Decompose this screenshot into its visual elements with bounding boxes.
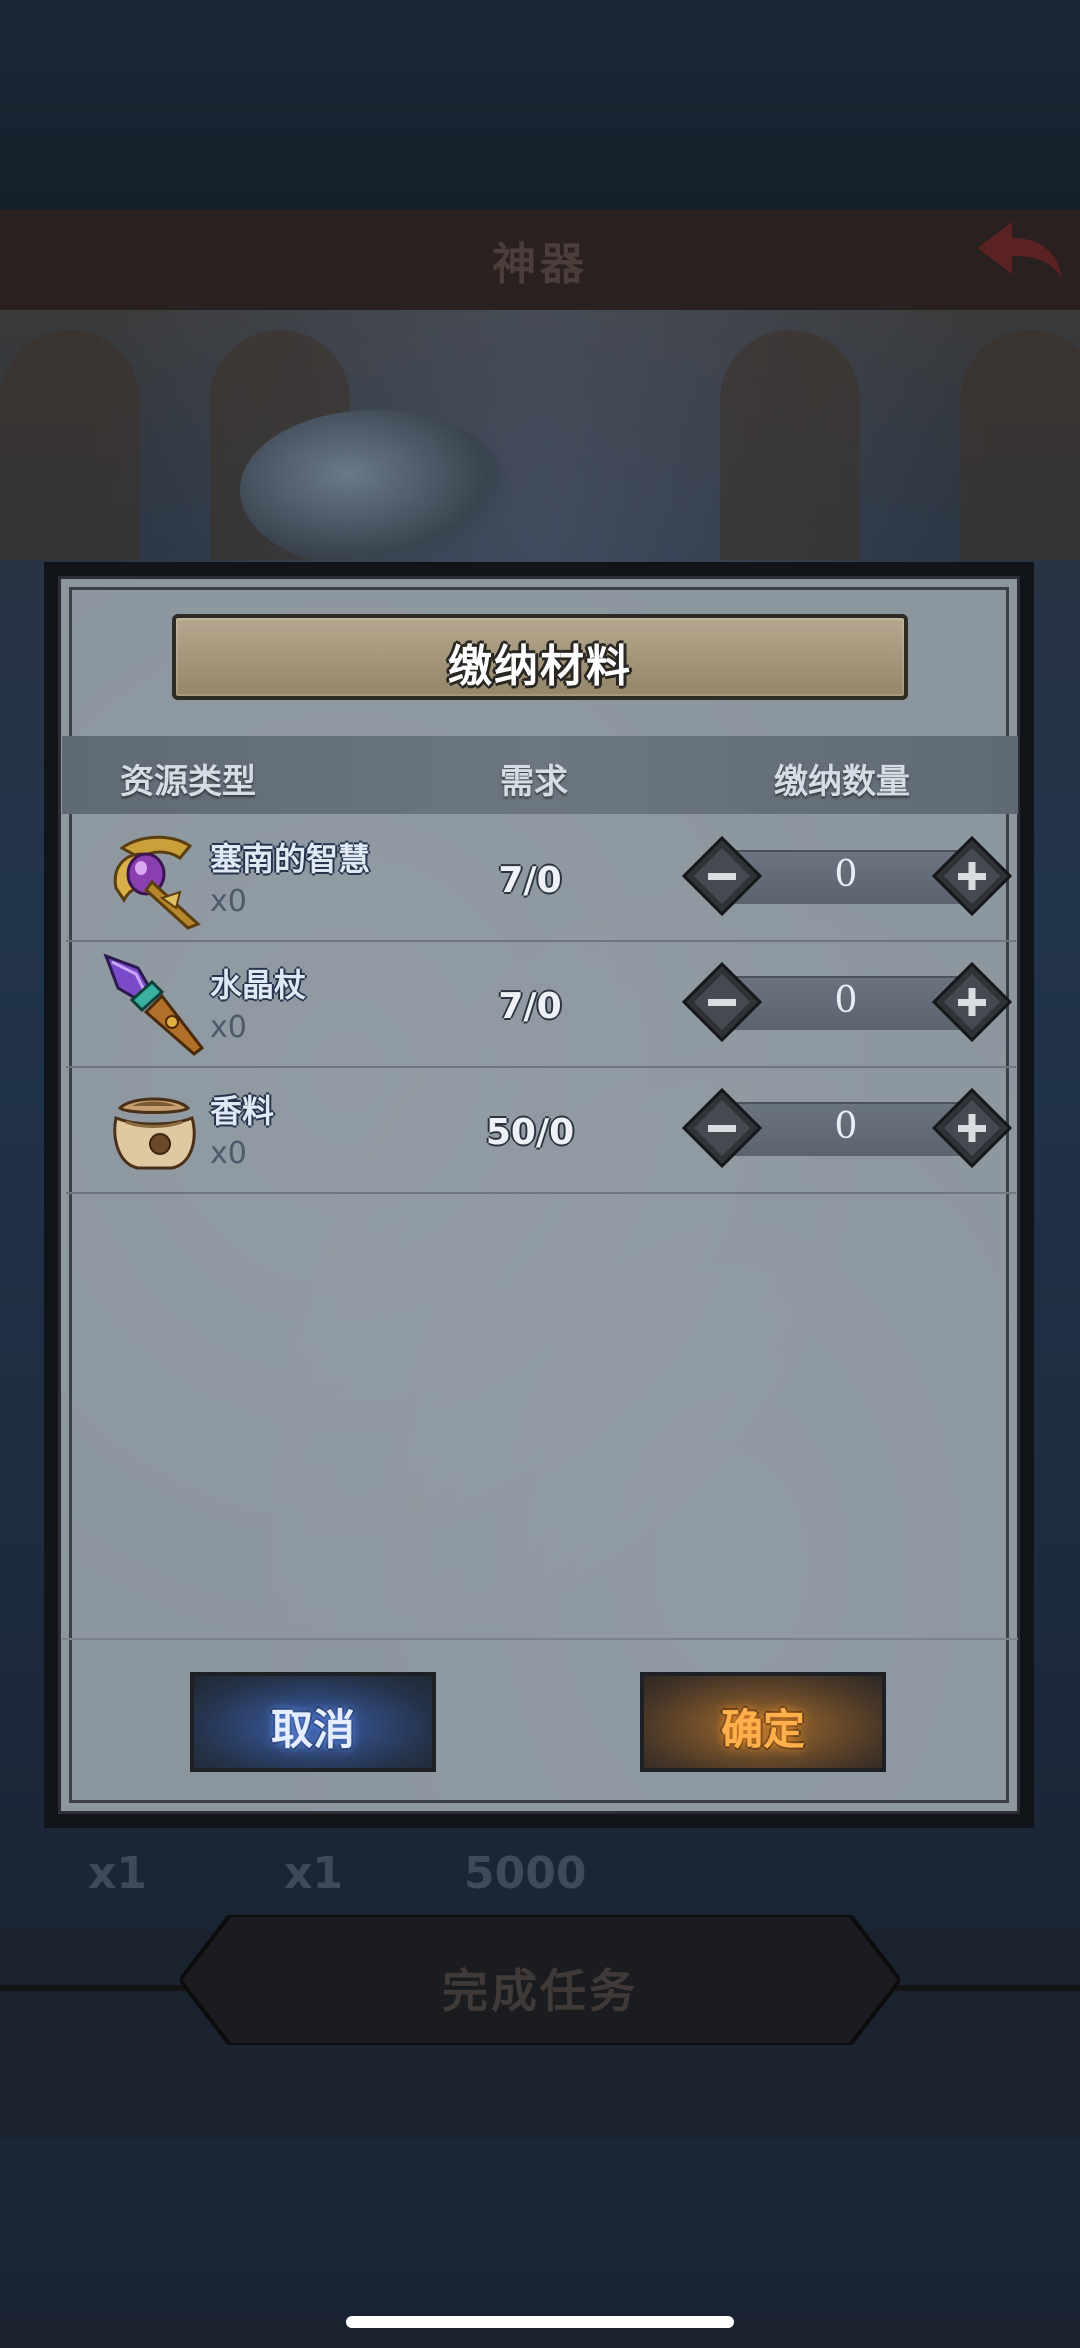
material-requirement: 7/0 xyxy=(498,860,562,901)
reward-count: x1 xyxy=(284,1848,343,1899)
material-owned-count: x0 xyxy=(210,1136,247,1171)
background-top xyxy=(0,0,1080,210)
home-indicator[interactable] xyxy=(346,2316,734,2328)
increase-button[interactable] xyxy=(932,836,1012,916)
quantity-value[interactable]: 0 xyxy=(726,854,966,895)
material-requirement: 7/0 xyxy=(498,986,562,1027)
decrease-button[interactable] xyxy=(682,962,762,1042)
spice-sack-icon xyxy=(113,1097,196,1170)
decrease-button[interactable] xyxy=(682,836,762,916)
quantity-value[interactable]: 0 xyxy=(726,980,966,1021)
reward-count: x1 xyxy=(88,1848,147,1899)
background-arch xyxy=(0,330,140,560)
increase-button[interactable] xyxy=(932,1088,1012,1168)
dialog-title: 缴纳材料 xyxy=(448,641,632,692)
quantity-value[interactable]: 0 xyxy=(726,1106,966,1147)
material-name: 塞南的智慧 xyxy=(210,840,371,878)
golden-orb-relic-icon xyxy=(113,835,201,930)
material-owned-count: x0 xyxy=(210,1010,247,1045)
background-arch xyxy=(720,330,860,560)
header-requirement: 需求 xyxy=(500,762,568,802)
background-screen-title: 神器 xyxy=(492,239,588,290)
increase-button[interactable] xyxy=(932,962,1012,1042)
background-creature xyxy=(240,410,510,570)
back-arrow-icon[interactable] xyxy=(972,216,1068,286)
material-name: 香料 xyxy=(210,1092,275,1130)
material-requirement: 50/0 xyxy=(485,1112,575,1153)
dialog-divider xyxy=(62,1638,1018,1640)
decrease-button[interactable] xyxy=(682,1088,762,1168)
header-resource-type: 资源类型 xyxy=(120,762,256,802)
complete-task-label: 完成任务 xyxy=(442,1964,638,2018)
cancel-button-label: 取消 xyxy=(270,1705,355,1754)
reward-count: 5000 xyxy=(464,1848,587,1899)
header-submit-quantity: 缴纳数量 xyxy=(774,762,910,802)
crystal-staff-icon xyxy=(103,953,205,1056)
material-owned-count: x0 xyxy=(210,884,247,919)
confirm-button-label: 确定 xyxy=(720,1705,805,1754)
background-arch xyxy=(960,330,1080,560)
material-name: 水晶杖 xyxy=(210,966,307,1004)
